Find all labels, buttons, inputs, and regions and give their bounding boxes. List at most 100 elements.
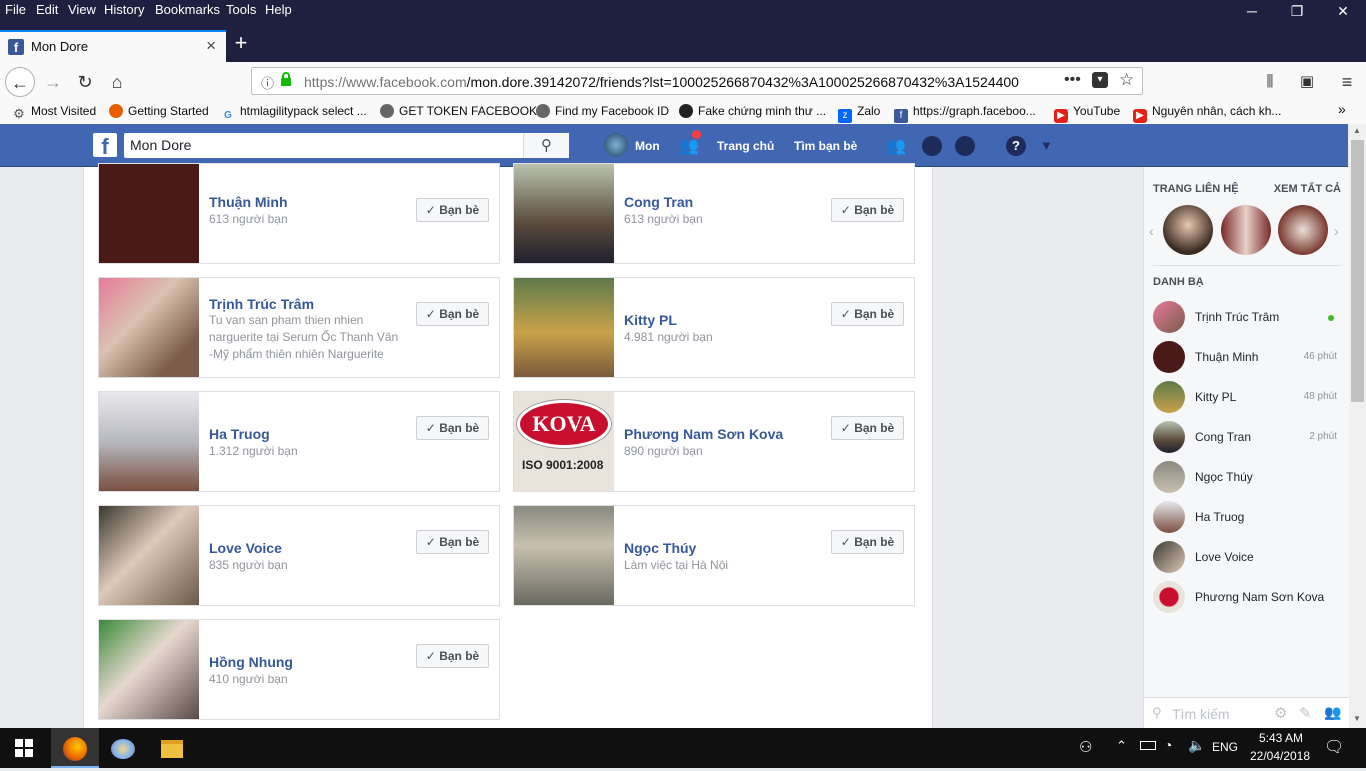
friend-photo[interactable] [99,620,199,719]
close-window-icon[interactable]: ✕ [1335,3,1351,19]
firefox-taskbar-icon[interactable] [51,728,99,768]
pocket-icon[interactable]: ▾ [1092,72,1108,88]
battery-icon[interactable] [1140,741,1156,750]
bookmark-youtube[interactable]: ▶ YouTube [1054,104,1120,123]
contact-row[interactable]: Thuận Minh 46 phút [1153,337,1343,377]
friend-photo[interactable] [99,164,199,263]
friend-photo[interactable] [99,506,199,605]
friend-photo[interactable] [99,278,199,377]
friend-photo[interactable] [514,164,614,263]
menu-bookmarks[interactable]: Bookmarks [155,2,220,17]
home-icon[interactable]: ⌂ [102,67,132,97]
friend-name[interactable]: Love Voice [209,540,282,556]
friend-name[interactable]: Kitty PL [624,312,677,328]
friend-status-button[interactable]: ✓ Bạn bè [831,530,904,554]
home-link[interactable]: Trang chủ [717,139,774,153]
friend-name[interactable]: Cong Tran [624,194,693,210]
language-indicator[interactable]: ENG [1212,740,1238,754]
chevron-left-icon[interactable]: ‹ [1149,223,1154,239]
clock-time[interactable]: 5:43 AM [1254,731,1308,745]
library-icon[interactable]: ⫼ [1255,67,1285,97]
bookmarks-overflow-icon[interactable]: » [1338,101,1346,117]
friend-name[interactable]: Thuận Minh [209,194,288,210]
windows-start-icon[interactable] [0,728,48,768]
sidebar-toggle-icon[interactable]: ▣ [1292,67,1322,97]
scroll-thumb[interactable] [1351,140,1364,402]
friend-name[interactable]: Ngọc Thúy [624,540,696,556]
friend-photo[interactable] [514,506,614,605]
hamburger-menu-icon[interactable]: ≡ [1332,67,1362,97]
page-avatar[interactable] [1221,205,1271,255]
scroll-up-icon[interactable]: ▲ [1353,126,1361,135]
bookmark-zalo[interactable]: z Zalo [838,104,880,123]
contact-row[interactable]: Kitty PL 48 phút [1153,377,1343,417]
menu-tools[interactable]: Tools [226,2,256,17]
contact-row[interactable]: Ngọc Thúy [1153,457,1343,497]
contact-row[interactable]: Cong Tran 2 phút [1153,417,1343,457]
friend-status-button[interactable]: ✓ Bạn bè [416,416,489,440]
bookmark-fake-cmt[interactable]: Fake chứng minh thư ... [679,104,826,118]
account-menu-chevron-icon[interactable]: ▼ [1040,138,1053,153]
friend-status-button[interactable]: ✓ Bạn bè [831,416,904,440]
profile-link[interactable]: Mon [635,139,660,153]
bookmark-star-icon[interactable]: ☆ [1119,70,1134,90]
menu-history[interactable]: History [104,2,144,17]
friend-status-button[interactable]: ✓ Bạn bè [831,198,904,222]
contact-row[interactable]: Love Voice [1153,537,1343,577]
scroll-down-icon[interactable]: ▼ [1353,714,1361,723]
menu-help[interactable]: Help [265,2,292,17]
friend-name[interactable]: Trịnh Trúc Trâm [209,296,314,312]
tray-chevron-icon[interactable]: ⌃ [1116,738,1127,754]
chevron-right-icon[interactable]: › [1334,223,1339,239]
facebook-logo-icon[interactable]: f [93,133,117,159]
contact-row[interactable]: Trịnh Trúc Trâm [1153,297,1343,337]
friend-status-button[interactable]: ✓ Bạn bè [416,302,489,326]
bookmark-graph-facebook[interactable]: f https://graph.faceboo... [894,104,1036,123]
contacts-search[interactable]: ⚲ Tìm kiếm ⚙ ✎ 👥 [1144,697,1349,728]
page-actions-icon[interactable]: ••• [1064,71,1081,89]
profile-avatar[interactable] [604,133,628,157]
globe-notifications-icon[interactable] [955,136,975,156]
friend-status-button[interactable]: ✓ Bạn bè [416,530,489,554]
back-arrow-icon[interactable]: ← [5,67,35,97]
friend-name[interactable]: Hồng Nhung [209,654,293,670]
bookmark-getting-started[interactable]: Getting Started [109,104,209,118]
contact-row[interactable]: Ha Truog [1153,497,1343,537]
bookmark-htmlagilitypack[interactable]: Ghtmlagilitypack select ... [221,104,367,123]
info-icon[interactable]: ⓘ [261,73,274,92]
clock-date[interactable]: 22/04/2018 [1248,749,1312,763]
new-tab-icon[interactable]: + [230,32,252,54]
see-all-link[interactable]: XEM TẤT CẢ [1274,183,1341,195]
bookmark-find-fb-id[interactable]: Find my Facebook ID [536,104,669,118]
friend-photo[interactable] [514,278,614,377]
url-bar[interactable]: ⓘ https://www.facebook.com/mon.dore.3914… [251,67,1143,95]
friend-status-button[interactable]: ✓ Bạn bè [416,198,489,222]
file-explorer-icon[interactable] [148,728,196,768]
contact-row[interactable]: Phương Nam Sơn Kova [1153,577,1343,617]
menu-edit[interactable]: Edit [36,2,58,17]
search-icon[interactable]: ⚲ [523,133,569,158]
find-friends-link[interactable]: Tìm bạn bè [794,139,857,153]
wifi-icon[interactable]: ◔ [1164,737,1172,753]
forward-arrow-icon[interactable]: → [38,67,68,97]
friend-name[interactable]: Phương Nam Sơn Kova [624,426,783,442]
scrollbar[interactable]: ▲ ▼ [1349,124,1366,728]
messenger-icon[interactable] [922,136,942,156]
bookmark-most-visited[interactable]: ⚙ Most Visited [12,104,96,121]
minimize-icon[interactable]: ─ [1244,3,1260,19]
friend-status-button[interactable]: ✓ Bạn bè [831,302,904,326]
help-icon[interactable]: ? [1006,136,1026,156]
page-avatar[interactable] [1278,205,1328,255]
paint-taskbar-icon[interactable] [99,728,147,768]
bookmark-nguyen-nhan[interactable]: ▶ Nguyên nhân, cách kh... [1133,104,1281,123]
friend-status-button[interactable]: ✓ Bạn bè [416,644,489,668]
friend-photo[interactable] [99,392,199,491]
facebook-search-input[interactable]: Mon Dore ⚲ [124,133,569,158]
page-avatar[interactable] [1163,205,1213,255]
reload-icon[interactable]: ↻ [70,67,100,97]
people-icon[interactable]: ⚇ [1079,738,1092,756]
bookmark-get-token[interactable]: GET TOKEN FACEBOOK [380,104,537,118]
friends-icon[interactable]: 👥 [886,136,906,156]
create-group-icon[interactable]: 👥 [1324,704,1341,721]
volume-icon[interactable]: 🔈 [1188,737,1205,754]
